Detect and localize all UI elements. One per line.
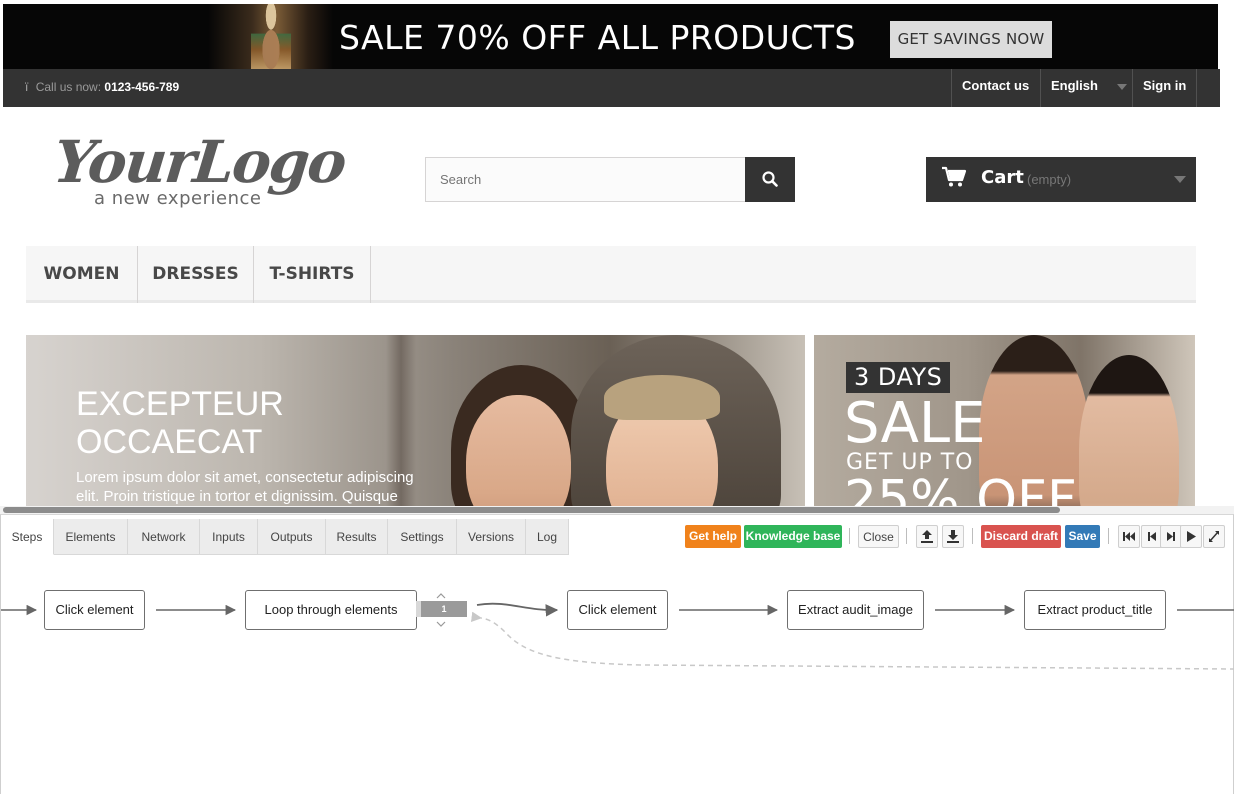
promo-text: SALE 70% OFF ALL PRODUCTS xyxy=(339,18,856,57)
loop-step-node[interactable]: Loop through elements xyxy=(245,590,417,630)
logo-tagline: a new experience xyxy=(94,188,262,209)
step-node[interactable]: Extract audit_image xyxy=(787,590,924,630)
step-node[interactable]: Click element xyxy=(567,590,668,630)
sign-in-link[interactable]: Sign in xyxy=(1132,69,1198,107)
promo-banner[interactable]: SALE 70% OFF ALL PRODUCTS GET SAVINGS NO… xyxy=(3,4,1218,69)
homepage-slider[interactable]: EXCEPTEUR OCCAECAT Lorem ipsum dolor sit… xyxy=(26,335,805,508)
flow-arrow xyxy=(476,602,559,617)
banner-model-woman xyxy=(1079,355,1179,508)
slider-model-hair xyxy=(604,375,720,420)
language-label: English xyxy=(1051,78,1098,93)
search-icon xyxy=(762,171,778,187)
get-savings-button[interactable]: GET SAVINGS NOW xyxy=(890,21,1052,58)
call-info: ï Call us now: 0123-456-789 xyxy=(25,80,179,94)
chevron-down-icon xyxy=(1174,176,1186,183)
chevron-down-icon xyxy=(1117,84,1127,90)
phone-icon: ï xyxy=(25,80,29,94)
menu-item-women[interactable]: WOMEN xyxy=(26,246,138,303)
step-node[interactable]: Extract product_title xyxy=(1024,590,1166,630)
call-label: Call us now: xyxy=(35,80,102,94)
step-label: Loop through elements xyxy=(264,602,398,617)
loop-counter-value: 1 xyxy=(416,601,467,617)
chevron-down-icon xyxy=(436,621,446,627)
site-logo[interactable]: YourLogo a new experience xyxy=(50,126,348,216)
promo-model-image xyxy=(251,4,291,69)
menu-item-tshirts[interactable]: T-SHIRTS xyxy=(254,246,371,303)
steps-flow-diagram xyxy=(1,602,1234,670)
logo-wordmark: YourLogo xyxy=(50,128,349,196)
top-bar: ï Call us now: 0123-456-789 Contact us E… xyxy=(3,69,1220,107)
language-selector[interactable]: English xyxy=(1040,69,1135,107)
scrollbar-thumb[interactable] xyxy=(3,507,1060,513)
cart-button[interactable]: Cart (empty) xyxy=(926,157,1196,202)
banner-days-badge: 3 DAYS xyxy=(846,362,951,393)
side-promo-banner[interactable]: 3 DAYS SALE GET UP TO 25% OFF xyxy=(814,335,1195,508)
cart-icon xyxy=(942,166,967,187)
contact-us-link[interactable]: Contact us xyxy=(951,69,1039,107)
slider-title-line: EXCEPTEUR xyxy=(76,385,284,423)
slider-title-line: OCCAECAT xyxy=(76,423,263,461)
slider-text: Lorem ipsum dolor sit amet, consectetur … xyxy=(76,469,414,505)
cart-status: (empty) xyxy=(1027,172,1072,187)
chevron-up-icon xyxy=(436,593,446,599)
banner-sale-text: SALE xyxy=(844,391,986,456)
cart-label: Cart xyxy=(981,167,1024,188)
menu-item-dresses[interactable]: DRESSES xyxy=(138,246,254,303)
banner-off-text: 25% OFF xyxy=(844,470,1077,508)
step-node[interactable]: Click element xyxy=(44,590,145,630)
loop-counter-stepper[interactable]: 1 xyxy=(416,590,467,630)
editor-panel: Steps Elements Network Inputs Outputs Re… xyxy=(0,514,1234,794)
main-menu: WOMEN DRESSES T-SHIRTS xyxy=(26,246,1196,303)
phone-number: 0123-456-789 xyxy=(104,80,180,94)
horizontal-scrollbar[interactable] xyxy=(0,506,1234,514)
search-button[interactable] xyxy=(745,157,795,202)
search-input[interactable] xyxy=(425,157,746,202)
slider-title: EXCEPTEUR OCCAECAT xyxy=(76,385,376,461)
website-preview: SALE 70% OFF ALL PRODUCTS GET SAVINGS NO… xyxy=(0,0,1220,508)
